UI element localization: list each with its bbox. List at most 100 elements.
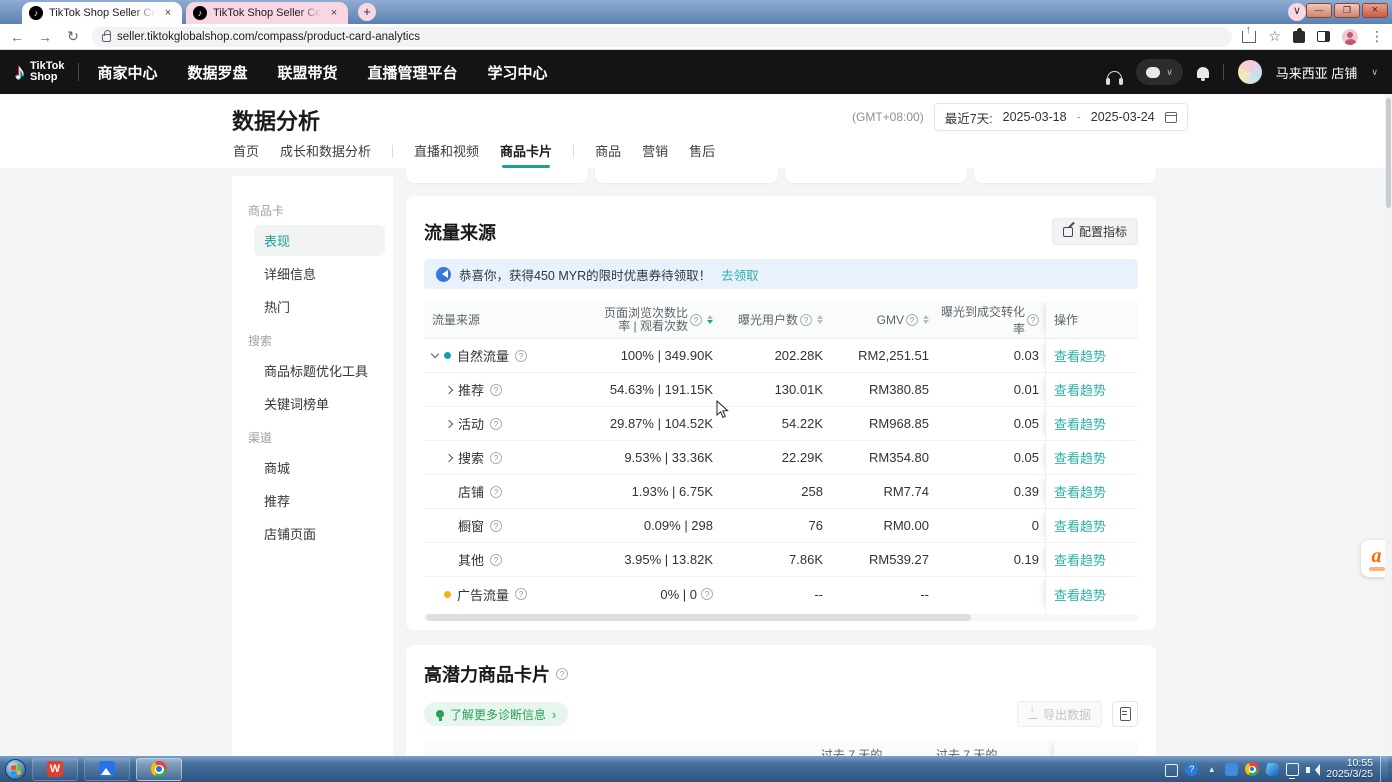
url-bar[interactable]: seller.tiktokglobalshop.com/compass/prod…	[92, 27, 1232, 47]
help-icon[interactable]	[490, 554, 502, 566]
view-trend-link[interactable]: 查看趋势	[1054, 585, 1106, 604]
chevron-down-icon[interactable]	[1371, 67, 1378, 78]
sidebar-item-mall[interactable]: 商城	[254, 452, 385, 483]
sort-icon[interactable]	[707, 315, 713, 325]
scrollbar-thumb[interactable]	[1386, 98, 1391, 208]
help-icon[interactable]	[556, 668, 568, 680]
help-icon[interactable]	[515, 350, 527, 362]
tab-search-chevron-icon[interactable]	[1288, 3, 1306, 21]
tab-aftersale[interactable]: 售后	[689, 141, 715, 168]
browser-tab-2[interactable]: ♪ TikTok Shop Seller Center | Cr	[186, 2, 348, 24]
forward-icon[interactable]	[36, 29, 54, 45]
help-icon[interactable]	[1027, 314, 1039, 326]
topnav-item-seller-center[interactable]: 商家中心	[97, 62, 157, 83]
close-tab-icon[interactable]	[161, 6, 175, 20]
back-icon[interactable]	[8, 29, 26, 45]
tab-growth[interactable]: 成长和数据分析	[280, 141, 371, 168]
sort-icon[interactable]	[923, 315, 929, 325]
tray-show-hidden-icons[interactable]	[1205, 763, 1218, 776]
support-headset-icon[interactable]	[1107, 71, 1122, 80]
view-trend-link[interactable]: 查看趋势	[1054, 380, 1106, 399]
view-trend-link[interactable]: 查看趋势	[1054, 346, 1106, 365]
new-tab-button[interactable]	[358, 3, 376, 21]
view-trend-link[interactable]: 查看趋势	[1054, 550, 1106, 569]
shop-avatar[interactable]	[1238, 60, 1262, 84]
side-panel-icon[interactable]	[1317, 31, 1330, 42]
page-scrollbar[interactable]	[1385, 94, 1392, 756]
diagnosis-info-link[interactable]: 了解更多诊断信息	[424, 702, 568, 726]
configure-metrics-button[interactable]: 配置指标	[1052, 218, 1138, 245]
extensions-icon[interactable]	[1293, 31, 1305, 43]
taskbar-wps-button[interactable]	[32, 758, 78, 781]
close-tab-icon[interactable]	[327, 6, 341, 20]
export-data-button[interactable]: 导出数据	[1017, 701, 1102, 727]
sidebar-item-keyword-ranking[interactable]: 关键词榜单	[254, 388, 385, 419]
tray-help-icon[interactable]	[1185, 763, 1198, 776]
tab-products[interactable]: 商品	[595, 141, 621, 168]
view-trend-link[interactable]: 查看趋势	[1054, 516, 1106, 535]
sidebar-item-title-optimizer[interactable]: 商品标题优化工具	[254, 355, 385, 386]
topnav-item-academy[interactable]: 学习中心	[488, 62, 548, 83]
date-range-picker[interactable]: 最近7天: 2025-03-18 - 2025-03-24	[934, 103, 1188, 131]
bookmark-star-icon[interactable]	[1268, 28, 1281, 45]
tab-live-video[interactable]: 直播和视频	[414, 141, 479, 168]
show-desktop-button[interactable]	[1380, 756, 1388, 782]
tray-mail-icon[interactable]	[1165, 764, 1178, 777]
browser-tab-1[interactable]: ♪ TikTok Shop Seller Center | Cr	[22, 2, 182, 24]
notifications-bell-icon[interactable]	[1197, 67, 1209, 78]
tray-app-icon[interactable]	[1225, 763, 1238, 776]
taskbar-clock[interactable]: 10:55 2025/3/25	[1326, 758, 1373, 781]
messages-pill[interactable]	[1136, 59, 1183, 85]
sidebar-item-shop-page[interactable]: 店铺页面	[254, 518, 385, 549]
browser-menu-icon[interactable]	[1370, 28, 1384, 45]
help-icon[interactable]	[906, 314, 918, 326]
help-icon[interactable]	[490, 486, 502, 498]
help-icon[interactable]	[490, 418, 502, 430]
help-icon[interactable]	[490, 452, 502, 464]
tray-network-icon[interactable]	[1286, 763, 1299, 776]
view-trend-link[interactable]: 查看趋势	[1054, 414, 1106, 433]
divider	[573, 145, 574, 158]
tray-volume-icon[interactable]	[1306, 764, 1319, 777]
tray-chrome-icon[interactable]	[1245, 762, 1259, 776]
expand-chevron-icon[interactable]	[445, 453, 453, 461]
maximize-button[interactable]	[1334, 3, 1360, 18]
minimize-button[interactable]	[1306, 3, 1332, 18]
start-button[interactable]	[5, 759, 26, 780]
close-button[interactable]	[1362, 3, 1388, 18]
taskbar-chrome-button[interactable]	[136, 758, 182, 781]
sidebar-item-performance[interactable]: 表现	[254, 225, 385, 256]
share-icon[interactable]	[1242, 31, 1256, 43]
reload-icon[interactable]	[64, 28, 82, 45]
sidebar-item-recommend[interactable]: 推荐	[254, 485, 385, 516]
topnav-item-affiliate[interactable]: 联盟带货	[277, 62, 337, 83]
expand-chevron-icon[interactable]	[445, 419, 453, 427]
topnav-item-compass[interactable]: 数据罗盘	[187, 62, 247, 83]
tab-marketing[interactable]: 营销	[642, 141, 668, 168]
tray-swoosh-icon[interactable]	[1265, 763, 1281, 776]
report-doc-button[interactable]	[1112, 701, 1138, 727]
help-icon[interactable]	[701, 588, 713, 600]
help-icon[interactable]	[490, 520, 502, 532]
help-icon[interactable]	[490, 384, 502, 396]
row-name: 推荐	[458, 380, 484, 399]
taskbar-app-button[interactable]	[84, 758, 130, 781]
sidebar-item-trending[interactable]: 热门	[254, 291, 385, 322]
tab-home[interactable]: 首页	[233, 141, 259, 168]
topnav-item-live[interactable]: 直播管理平台	[367, 62, 457, 83]
help-icon[interactable]	[800, 314, 812, 326]
collapse-chevron-icon[interactable]	[431, 350, 439, 358]
help-icon[interactable]	[515, 588, 527, 600]
expand-chevron-icon[interactable]	[445, 385, 453, 393]
scrollbar-thumb[interactable]	[426, 614, 971, 621]
browser-profile-avatar[interactable]	[1342, 29, 1358, 45]
tab-product-card[interactable]: 商品卡片	[500, 141, 552, 168]
sidebar-item-details[interactable]: 详细信息	[254, 258, 385, 289]
horizontal-scrollbar[interactable]	[424, 614, 1138, 621]
shop-name[interactable]: 马来西亚 店铺	[1276, 63, 1358, 82]
sort-icon[interactable]	[817, 315, 823, 325]
view-trend-link[interactable]: 查看趋势	[1054, 482, 1106, 501]
claim-coupon-link[interactable]: 去领取	[721, 265, 759, 284]
view-trend-link[interactable]: 查看趋势	[1054, 448, 1106, 467]
help-icon[interactable]	[690, 314, 702, 326]
